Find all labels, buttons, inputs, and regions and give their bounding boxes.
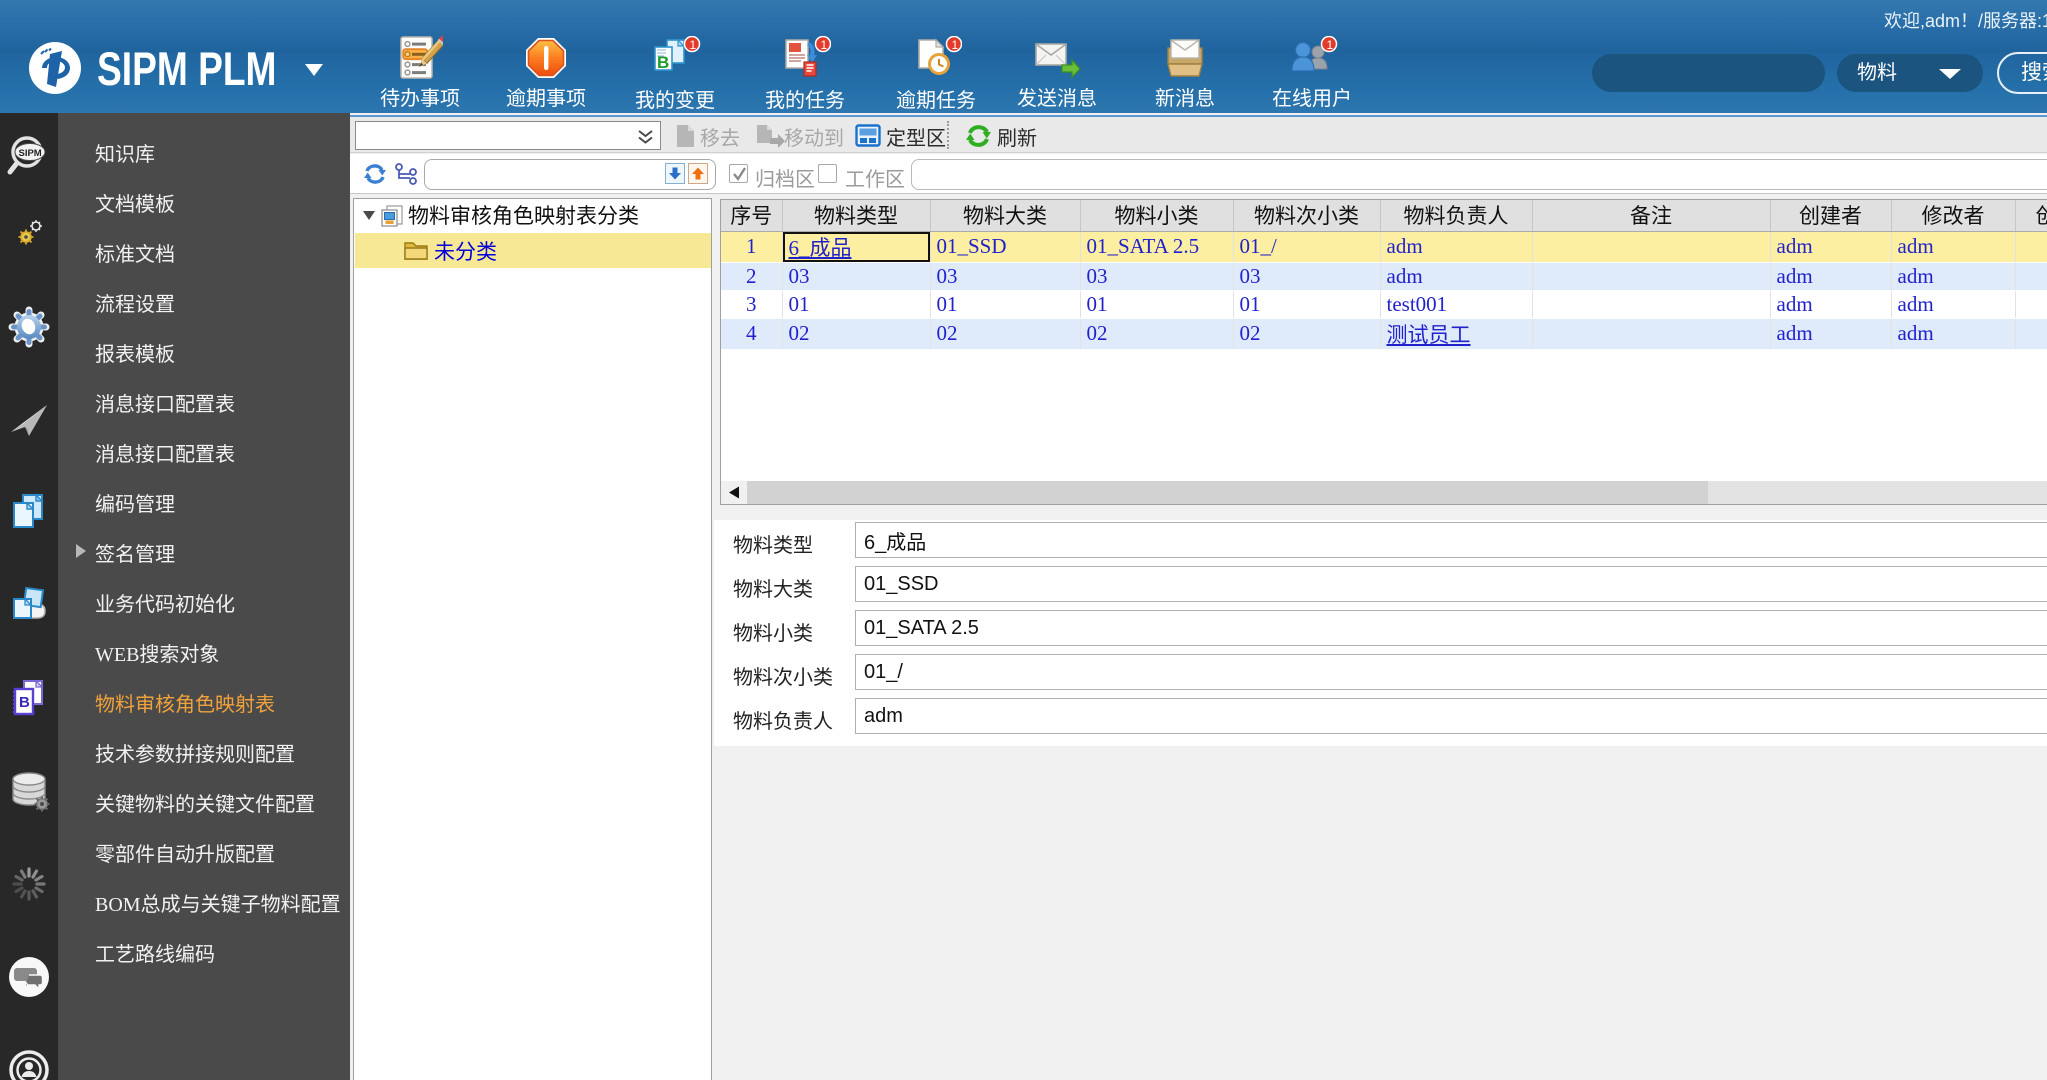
svg-text:B: B [657,53,669,72]
svg-text:B: B [19,694,30,711]
svg-text:1: 1 [1327,38,1334,52]
svg-text:1: 1 [690,38,697,52]
svg-text:1: 1 [821,38,828,52]
svg-text:1: 1 [952,38,959,52]
svg-text:SIPM: SIPM [19,148,42,159]
